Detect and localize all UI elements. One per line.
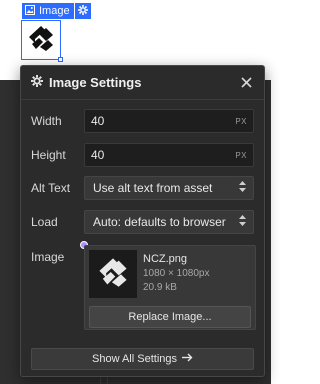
load-value: Auto: defaults to browser	[93, 215, 226, 229]
alt-text-row: Alt Text Use alt text from asset	[31, 176, 254, 200]
height-input[interactable]	[91, 148, 236, 162]
arrow-right-icon	[182, 353, 193, 365]
asset-file-name: NCZ.png	[143, 253, 188, 265]
width-field[interactable]: PX	[84, 109, 254, 133]
height-row: Height PX	[31, 143, 254, 167]
image-label: Image	[31, 250, 65, 264]
show-all-label: Show All Settings	[92, 353, 177, 365]
gear-icon	[77, 2, 88, 20]
load-row: Load Auto: defaults to browser	[31, 210, 254, 234]
alt-text-value: Use alt text from asset	[93, 181, 213, 195]
close-icon[interactable]	[238, 75, 254, 91]
height-label: Height	[31, 148, 66, 162]
load-select[interactable]: Auto: defaults to browser	[84, 210, 254, 234]
height-field[interactable]: PX	[84, 143, 254, 167]
height-unit: PX	[235, 150, 247, 160]
alt-text-label: Alt Text	[31, 181, 71, 195]
ncz-logo-icon	[26, 23, 56, 58]
show-all-settings-button[interactable]: Show All Settings	[31, 348, 254, 370]
select-arrows-icon	[239, 181, 246, 195]
selection-label[interactable]: Image	[22, 3, 74, 19]
selected-image[interactable]	[21, 20, 63, 62]
image-icon	[25, 4, 35, 18]
width-row: Width PX	[31, 109, 254, 133]
resize-handle[interactable]	[58, 57, 63, 62]
width-unit: PX	[235, 116, 247, 126]
image-settings-panel: Image Settings Width PX Height PX Alt Te…	[20, 65, 265, 377]
width-input[interactable]	[91, 114, 236, 128]
select-arrows-icon	[239, 215, 246, 229]
panel-title: Image Settings	[49, 75, 142, 90]
alt-text-select[interactable]: Use alt text from asset	[84, 176, 254, 200]
selection-settings-button[interactable]	[74, 2, 91, 20]
gear-icon	[31, 74, 43, 92]
asset-file-size: 20.9 kB	[143, 282, 177, 293]
selection-tag[interactable]: Image	[22, 3, 91, 19]
panel-header: Image Settings	[21, 66, 264, 100]
width-label: Width	[31, 114, 62, 128]
ncz-logo-icon	[96, 255, 130, 294]
selection-tag-text: Image	[39, 5, 70, 17]
asset-dimensions: 1080 × 1080px	[143, 268, 210, 279]
replace-image-button[interactable]: Replace Image...	[89, 306, 251, 328]
image-asset-card: NCZ.png 1080 × 1080px 20.9 kB Replace Im…	[84, 245, 256, 330]
load-label: Load	[31, 215, 58, 229]
asset-thumbnail[interactable]	[89, 250, 137, 298]
